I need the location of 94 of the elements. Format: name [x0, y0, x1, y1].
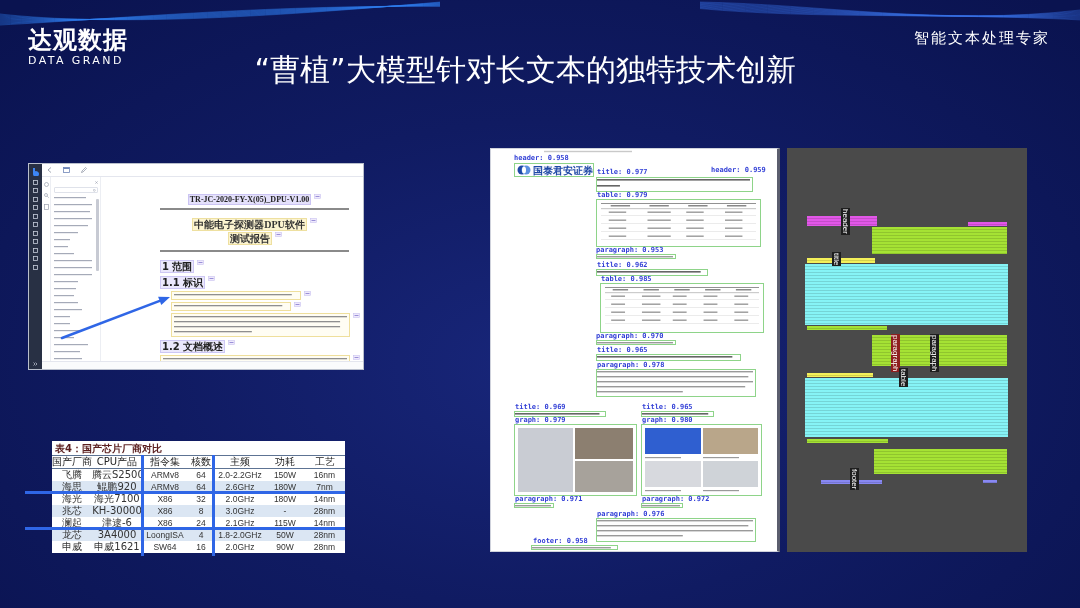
region-tag: table	[899, 368, 908, 388]
column-header: 工艺	[304, 455, 345, 469]
table-cell: KH-30000	[92, 505, 142, 517]
search-icon	[93, 188, 96, 192]
table-cell: 180W	[266, 481, 304, 493]
table-cell: 28nm	[304, 529, 345, 541]
logo-icon	[32, 168, 39, 176]
table-cell: 3A4000	[92, 529, 142, 541]
table-cell: 16nm	[304, 468, 345, 481]
panel-icon[interactable]	[63, 167, 70, 173]
table-cell: 3.0GHz	[214, 505, 266, 517]
section-heading: 1.2 文档概述	[160, 340, 226, 353]
tag-icon	[208, 276, 216, 281]
tagline: 智能文本处理专家	[914, 29, 1050, 47]
text-lines-drawing	[515, 504, 551, 507]
table-cell: 150W	[266, 468, 304, 481]
tag-icon	[309, 218, 317, 223]
table-cell: 115W	[266, 517, 304, 529]
tag-icon	[353, 355, 360, 360]
document-title: 中能电子探测器DPU软件	[192, 218, 307, 231]
table-cell: 64	[188, 468, 214, 481]
table-cell: 龙芯	[52, 529, 92, 541]
table-cell: 2.0GHz	[214, 493, 266, 505]
table-cell: 鲲鹏920	[92, 481, 142, 493]
logo-text: 国泰君安证券	[533, 164, 593, 176]
layout-region	[983, 480, 997, 483]
table-cell: 2.6GHz	[214, 481, 266, 493]
slide-title: “曹植”大模型针对长文本的独特技术创新	[254, 53, 796, 87]
table-cell: 2.0-2.2GHz	[214, 468, 266, 481]
table-cell: 14nm	[304, 517, 345, 529]
region-tag: title	[832, 252, 841, 267]
table-cell: SW64	[142, 541, 188, 553]
region-tag: paragraph	[930, 334, 939, 373]
table-cell: 申威	[52, 541, 92, 553]
photo-placeholder	[645, 461, 701, 487]
table-cell: 飞腾	[52, 468, 92, 481]
tag-icon	[228, 340, 236, 345]
tag-icon	[304, 291, 311, 296]
table-cell: 津逮-6	[92, 517, 142, 529]
region-tag: footer	[850, 468, 859, 491]
table-cell: 64	[188, 481, 214, 493]
table-cell: 2.0GHz	[214, 541, 266, 553]
section-heading: 1 范围	[160, 260, 195, 273]
region-tag: paragraph	[891, 334, 900, 373]
table-cell: 申威1621	[92, 541, 142, 553]
column-header: 功耗	[266, 455, 304, 469]
table-cell: ARMv8	[142, 468, 188, 481]
table-cell: 32	[188, 493, 214, 505]
chevron-icon[interactable]	[33, 362, 38, 366]
tag-icon	[197, 260, 205, 265]
document-title: 测试报告	[227, 232, 272, 245]
table-cell: 16	[188, 541, 214, 553]
table-cell: 4	[188, 529, 214, 541]
tag-icon	[274, 232, 282, 237]
table-cell: 海思	[52, 481, 92, 493]
search-field[interactable]	[54, 187, 98, 193]
text-lines-drawing	[642, 412, 711, 416]
column-header: 国产厂商	[52, 455, 92, 469]
table-cell: 海光7100	[92, 493, 142, 505]
photo-placeholder	[702, 428, 758, 454]
photo-placeholder	[645, 428, 701, 454]
photo-placeholder	[702, 461, 758, 487]
brand-name: 达观数据	[28, 26, 128, 54]
table-cell: X86	[142, 517, 188, 529]
table-cell: X86	[142, 505, 188, 517]
table-cell: 90W	[266, 541, 304, 553]
table-cell: 7nm	[304, 481, 345, 493]
table-cell: 2.1GHz	[214, 517, 266, 529]
document-id: TR-JC-2020-FY-X(05)_DPU-V1.00	[187, 194, 312, 205]
section-heading: 1.1 标识	[160, 276, 206, 289]
table-cell: 50W	[266, 529, 304, 541]
table-cell: 24	[188, 517, 214, 529]
table-cell: 海光	[52, 493, 92, 505]
tag-icon	[353, 313, 360, 318]
table-caption: 表4：国产芯片厂商对比	[54, 443, 163, 455]
tag-icon	[294, 302, 301, 307]
table-cell: 14nm	[304, 493, 345, 505]
table-cell: ARMv8	[142, 481, 188, 493]
region-tag: header	[841, 208, 850, 235]
table-cell: 28nm	[304, 505, 345, 517]
text-lines-drawing	[642, 504, 680, 507]
brand-subtitle: DATA GRAND	[28, 54, 124, 67]
table-cell: 1.8-2.0GHz	[214, 529, 266, 541]
table-cell: LoongISA	[142, 529, 188, 541]
table-cell: X86	[142, 493, 188, 505]
scrollbar[interactable]	[96, 199, 99, 271]
table-cell: 8	[188, 505, 214, 517]
table-cell: 180W	[266, 493, 304, 505]
table-cell: -	[266, 505, 304, 517]
logo-icon	[517, 165, 531, 175]
tag-icon	[314, 194, 322, 199]
table-cell: 兆芯	[52, 505, 92, 517]
table-cell: 28nm	[304, 541, 345, 553]
table-cell: 澜起	[52, 517, 92, 529]
